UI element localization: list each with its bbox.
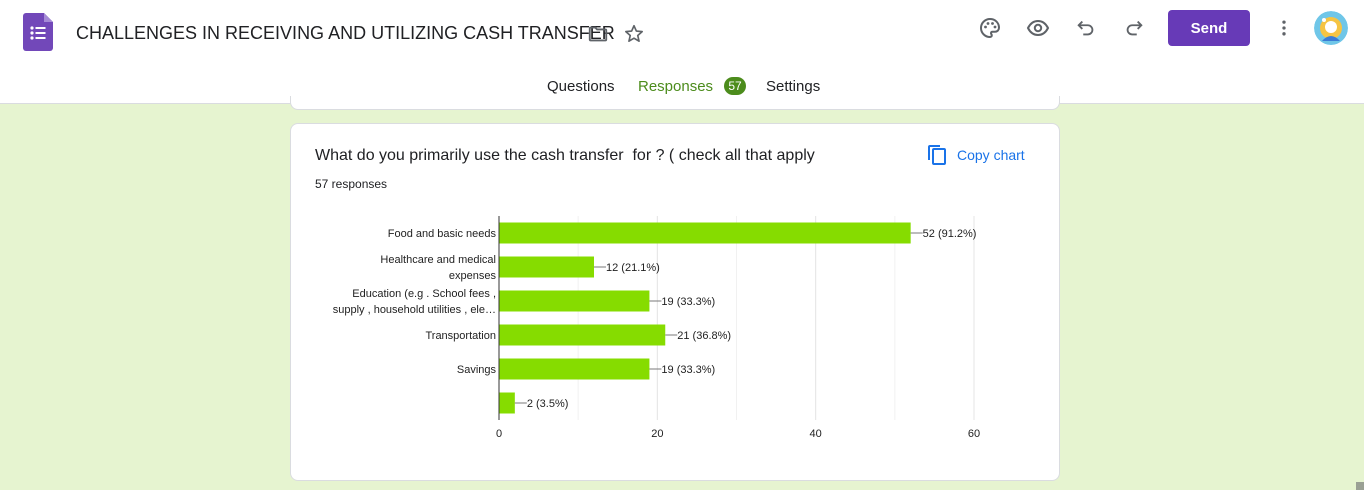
bar: [499, 256, 594, 278]
bar: [499, 324, 666, 346]
category-label: Healthcare and medical: [380, 254, 496, 266]
send-button[interactable]: Send: [1168, 10, 1250, 46]
category-label: supply , household utilities , ele…: [333, 304, 496, 316]
responses-count-badge: 57: [724, 77, 747, 95]
bar: [499, 392, 515, 414]
folder-icon[interactable]: [580, 16, 616, 52]
data-label: 52 (91.2%): [923, 228, 977, 240]
previous-question-card: [290, 96, 1060, 110]
data-label: 19 (33.3%): [661, 296, 715, 308]
x-tick-label: 60: [968, 428, 980, 440]
preview-eye-icon[interactable]: [1020, 10, 1056, 46]
scrollbar-corner[interactable]: [1356, 482, 1364, 490]
tab-settings-label: Settings: [766, 77, 821, 95]
category-label: expenses: [449, 270, 497, 282]
top-bar: CHALLENGES IN RECEIVING AND UTILIZING CA…: [0, 0, 1364, 104]
more-vert-icon[interactable]: [1266, 10, 1302, 46]
form-title[interactable]: CHALLENGES IN RECEIVING AND UTILIZING CA…: [76, 23, 615, 44]
x-tick-label: 40: [810, 428, 822, 440]
data-label: 21 (36.8%): [677, 330, 731, 342]
data-label: 19 (33.3%): [661, 364, 715, 376]
x-tick-label: 20: [651, 428, 663, 440]
x-tick-label: 0: [496, 428, 502, 440]
category-label: Food and basic needs: [388, 228, 497, 240]
star-icon[interactable]: [616, 16, 652, 52]
data-label: 2 (3.5%): [527, 398, 569, 410]
category-label: Transportation: [425, 330, 496, 342]
category-label: Savings: [457, 364, 497, 376]
palette-icon[interactable]: [972, 10, 1008, 46]
tab-responses-label: Responses: [638, 77, 714, 95]
avatar[interactable]: [1314, 11, 1348, 45]
forms-logo-icon[interactable]: [23, 13, 53, 51]
undo-icon[interactable]: [1068, 10, 1104, 46]
bar: [499, 358, 650, 380]
question-summary-card: What do you primarily use the cash trans…: [290, 123, 1060, 481]
bar: [499, 222, 911, 244]
bar: [499, 290, 650, 312]
redo-icon[interactable]: [1116, 10, 1152, 46]
tab-questions-label: Questions: [547, 77, 615, 95]
category-label: Education (e.g . School fees ,: [352, 288, 496, 300]
bar-chart: 0 20 40 60 52 (91.2%) Food and basic needs 12 …: [333, 216, 980, 440]
data-label: 12 (21.1%): [606, 262, 660, 274]
